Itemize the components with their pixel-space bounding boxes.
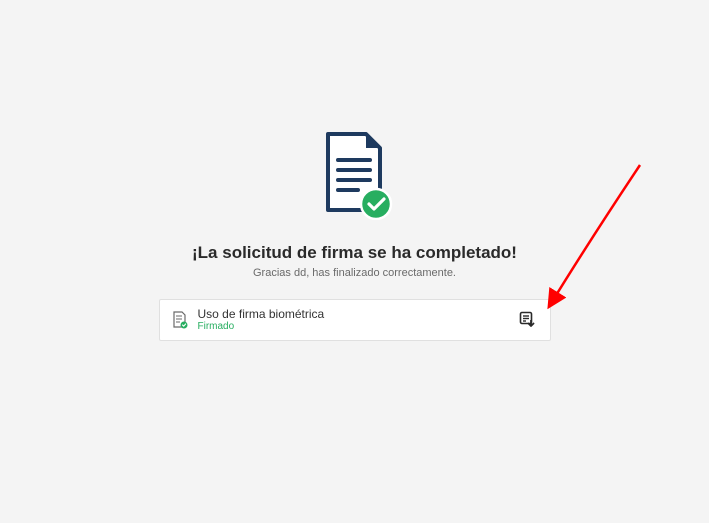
confirmation-subtitle: Gracias dd, has finalizado correctamente… [253,267,456,279]
document-list-icon [172,311,188,329]
confirmation-title: ¡La solicitud de firma se ha completado! [192,243,517,263]
document-signed-icon [316,130,394,225]
document-status: Firmado [198,321,506,333]
document-name: Uso de firma biométrica [198,307,506,321]
download-icon [519,311,535,330]
confirmation-block: ¡La solicitud de firma se ha completado!… [159,130,551,341]
document-card: Uso de firma biométrica Firmado [159,299,551,341]
download-button[interactable] [516,309,538,331]
document-card-text: Uso de firma biométrica Firmado [198,307,506,333]
